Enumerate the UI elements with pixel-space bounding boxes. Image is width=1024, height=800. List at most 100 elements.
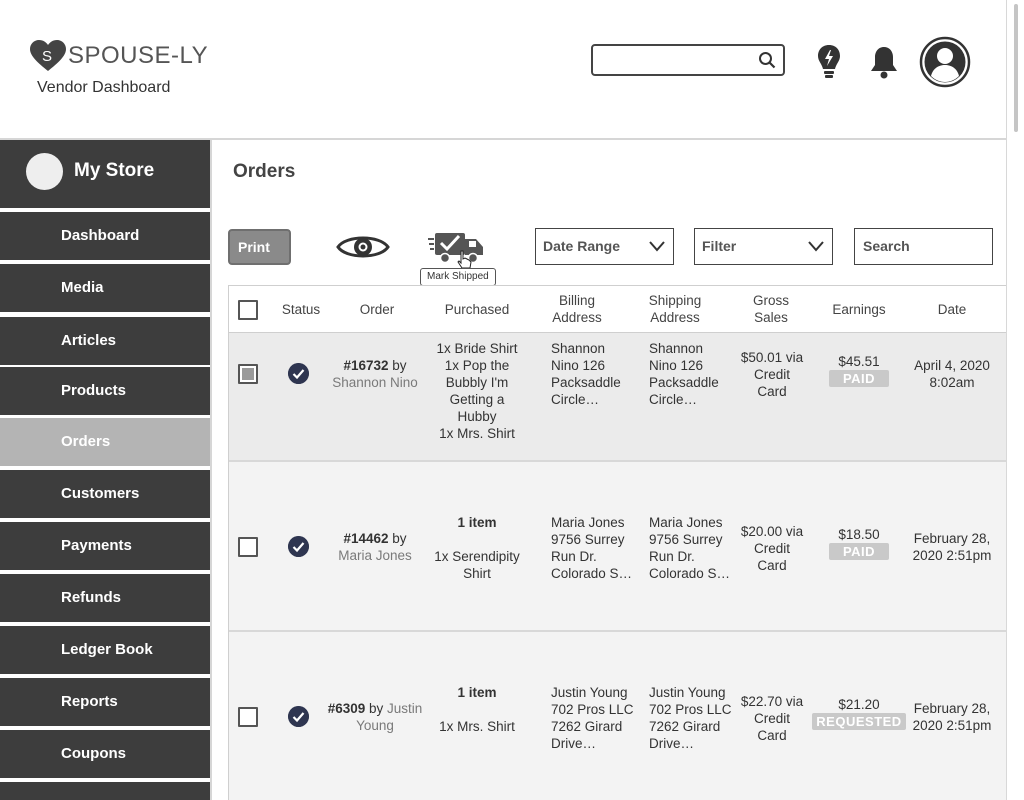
col-billing-line1: Billing: [558, 293, 596, 308]
filter-dropdown[interactable]: Filter: [694, 228, 833, 265]
select-all-checkbox[interactable]: [238, 300, 258, 320]
status-check-icon: [288, 363, 309, 384]
table-row[interactable]: #14462 by Maria Jones 1 item 1x Serendip…: [229, 462, 1007, 632]
gross-line: Credit: [753, 541, 790, 556]
status-check-icon: [288, 536, 309, 557]
header-search-input[interactable]: [599, 46, 759, 74]
sidebar-item-payments[interactable]: Payments: [0, 522, 210, 570]
address-line: 9756 Surrey: [551, 532, 625, 547]
app-frame: S SPOUSE-LY Vendor Dashboard My Store Da…: [0, 0, 1024, 800]
customer-name[interactable]: Maria Jones: [338, 548, 412, 563]
order-cell[interactable]: #16732 by Shannon Nino: [325, 357, 425, 391]
page-title: Orders: [233, 161, 296, 182]
sidebar-item-ledger-book[interactable]: Ledger Book: [0, 626, 210, 674]
view-eye-icon[interactable]: [336, 231, 390, 263]
scrollbar-thumb[interactable]: [1014, 4, 1018, 132]
address-line: Shannon: [649, 341, 704, 356]
address-line: Run Dr.: [551, 549, 597, 564]
address-line: Shannon: [551, 341, 606, 356]
date-cell: February 28, 2020 2:51pm: [907, 700, 997, 734]
user-avatar-icon[interactable]: [919, 36, 971, 88]
sidebar-item-more[interactable]: [0, 782, 210, 800]
row-checkbox[interactable]: [238, 537, 258, 557]
search-icon[interactable]: [758, 51, 776, 69]
customer-name[interactable]: Justin: [387, 701, 422, 716]
address-line: Maria Jones: [551, 515, 625, 530]
shipping-address-cell: Shannon Nino 126 Packsaddle Circle…: [649, 340, 743, 408]
order-cell[interactable]: #14462 by Maria Jones: [325, 530, 425, 564]
date-range-label: Date Range: [543, 238, 621, 254]
page-scrollbar[interactable]: [1006, 0, 1024, 800]
table-header: Status Order Purchased Billing Address S…: [229, 285, 1007, 333]
earnings-amount: $45.51: [838, 354, 880, 369]
date-range-dropdown[interactable]: Date Range: [535, 228, 674, 265]
customer-name[interactable]: Shannon Nino: [332, 375, 418, 390]
customer-name-line2[interactable]: Young: [356, 718, 394, 733]
date-line: 2020 2:51pm: [912, 548, 992, 563]
address-line: Colorado S…: [551, 566, 633, 581]
gross-sales-cell: $22.70 via Credit Card: [734, 693, 810, 744]
table-row[interactable]: #6309 by Justin Young 1 item 1x Mrs. Shi…: [229, 632, 1007, 800]
lightbulb-icon[interactable]: [816, 44, 842, 80]
table-row[interactable]: #16732 by Shannon Nino 1x Bride Shirt 1x…: [229, 333, 1007, 462]
sidebar-item-coupons[interactable]: Coupons: [0, 730, 210, 778]
sidebar-item-products[interactable]: Products: [0, 367, 210, 415]
print-button[interactable]: Print: [228, 229, 291, 265]
sidebar-item-reports[interactable]: Reports: [0, 678, 210, 726]
date-line: 2020 2:51pm: [912, 718, 992, 733]
billing-address-cell: Maria Jones 9756 Surrey Run Dr. Colorado…: [551, 514, 645, 582]
status-badge: PAID: [828, 370, 890, 387]
sidebar-item-orders[interactable]: Orders: [0, 418, 210, 466]
purchased-line: 1x Bride Shirt: [436, 341, 518, 356]
col-status[interactable]: Status: [281, 301, 321, 318]
shipping-address-cell: Maria Jones 9756 Surrey Run Dr. Colorado…: [649, 514, 743, 582]
col-shipping-address[interactable]: Shipping Address: [645, 292, 705, 326]
sidebar-item-articles[interactable]: Articles: [0, 317, 210, 365]
col-date[interactable]: Date: [924, 301, 980, 318]
col-gross-line2: Sales: [754, 310, 788, 325]
chevron-down-icon: [649, 241, 665, 252]
date-line: April 4, 2020: [914, 358, 990, 373]
col-earnings[interactable]: Earnings: [825, 301, 893, 318]
sidebar-item-media[interactable]: Media: [0, 264, 210, 312]
purchased-cell: 1x Bride Shirt 1x Pop the Bubbly I'm Get…: [427, 340, 527, 442]
purchased-line: 1x Pop the: [444, 358, 510, 373]
order-number[interactable]: #6309: [328, 701, 366, 716]
col-billing-line2: Address: [552, 310, 602, 325]
earnings-cell: $21.20 REQUESTED: [812, 696, 906, 730]
store-header[interactable]: My Store: [0, 140, 210, 208]
header-search-field[interactable]: [591, 44, 785, 76]
chevron-down-icon: [808, 241, 824, 252]
order-by: by: [392, 531, 407, 546]
order-number[interactable]: #16732: [343, 358, 388, 373]
row-checkbox[interactable]: [238, 364, 258, 384]
order-by: by: [369, 701, 384, 716]
col-gross-sales[interactable]: Gross Sales: [744, 292, 798, 326]
shipping-address-cell: Justin Young 702 Pros LLC 7262 Girard Dr…: [649, 684, 743, 752]
order-cell[interactable]: #6309 by Justin Young: [325, 700, 425, 734]
row-checkbox[interactable]: [238, 707, 258, 727]
address-line: Circle…: [551, 392, 600, 407]
bell-icon[interactable]: [869, 45, 899, 79]
order-by: by: [392, 358, 407, 373]
gross-line: Card: [757, 384, 787, 399]
brand-logo[interactable]: S SPOUSE-LY: [30, 40, 208, 72]
sidebar-item-customers[interactable]: Customers: [0, 470, 210, 518]
purchased-line: 1x Mrs. Shirt: [439, 426, 515, 441]
sidebar-item-refunds[interactable]: Refunds: [0, 574, 210, 622]
address-line: Nino 126: [551, 358, 606, 373]
purchased-line: Bubbly I'm: [445, 375, 509, 390]
earnings-cell: $18.50 PAID: [814, 526, 904, 560]
col-billing-address[interactable]: Billing Address: [547, 292, 607, 326]
col-purchased[interactable]: Purchased: [437, 301, 517, 318]
sidebar-item-dashboard[interactable]: Dashboard: [0, 212, 210, 260]
orders-search-input[interactable]: Search: [854, 228, 993, 265]
top-header: S SPOUSE-LY Vendor Dashboard: [0, 0, 1006, 140]
order-number[interactable]: #14462: [343, 531, 388, 546]
address-line: Drive…: [551, 736, 597, 751]
store-avatar: [26, 153, 63, 190]
col-order[interactable]: Order: [347, 301, 407, 318]
purchased-line: 1x Serendipity: [434, 549, 520, 564]
purchased-count: 1 item: [457, 515, 497, 530]
status-badge: PAID: [828, 543, 890, 560]
